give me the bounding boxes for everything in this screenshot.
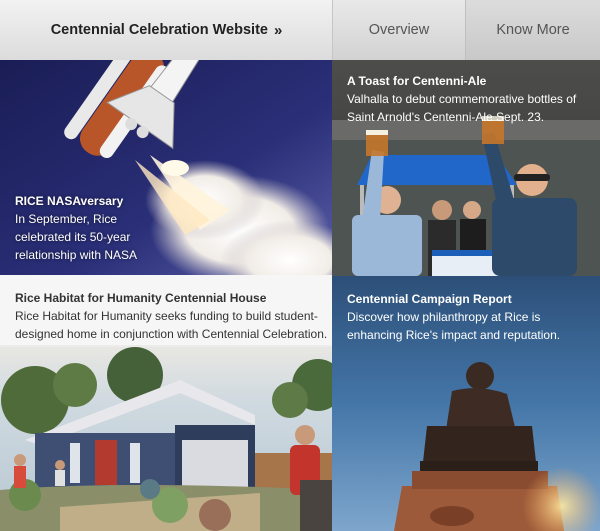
- double-chevron-right-icon: [274, 22, 281, 39]
- habitat-title: Rice Habitat for Humanity Centennial Hou…: [15, 291, 267, 305]
- tile-campaign-report[interactable]: Centennial Campaign Report Discover how …: [332, 276, 600, 531]
- centennial-website-label: Centennial Celebration Website: [50, 22, 268, 38]
- top-nav: Centennial Celebration Website Overview …: [0, 0, 600, 60]
- campaign-text: Discover how philanthropy at Rice is enh…: [347, 310, 561, 342]
- nasaversary-text: In September, Rice celebrated its 50-yea…: [15, 212, 138, 262]
- centenni-ale-caption: A Toast for Centenni-Ale Valhalla to deb…: [347, 72, 597, 126]
- tab-overview[interactable]: Overview: [332, 0, 465, 60]
- centenni-ale-text: Valhalla to debut commemorative bottles …: [347, 92, 577, 124]
- tile-habitat-house[interactable]: Rice Habitat for Humanity Centennial Hou…: [0, 275, 332, 531]
- nasaversary-caption: RICE NASAversary In September, Rice cele…: [15, 192, 165, 264]
- centenni-ale-title: A Toast for Centenni-Ale: [347, 74, 487, 88]
- habitat-caption: Rice Habitat for Humanity Centennial Hou…: [15, 289, 330, 343]
- tile-nasaversary[interactable]: RICE NASAversary In September, Rice cele…: [0, 60, 332, 275]
- nasaversary-title: RICE NASAversary: [15, 194, 124, 208]
- centennial-website-link[interactable]: Centennial Celebration Website: [0, 0, 332, 60]
- campaign-caption: Centennial Campaign Report Discover how …: [347, 290, 597, 344]
- tile-centenni-ale[interactable]: A Toast for Centenni-Ale Valhalla to deb…: [332, 60, 600, 276]
- tab-know-more-label: Know More: [496, 22, 570, 38]
- habitat-text: Rice Habitat for Humanity seeks funding …: [15, 309, 328, 341]
- tab-overview-label: Overview: [368, 22, 430, 38]
- campaign-title: Centennial Campaign Report: [347, 292, 512, 306]
- tab-know-more[interactable]: Know More: [465, 0, 600, 60]
